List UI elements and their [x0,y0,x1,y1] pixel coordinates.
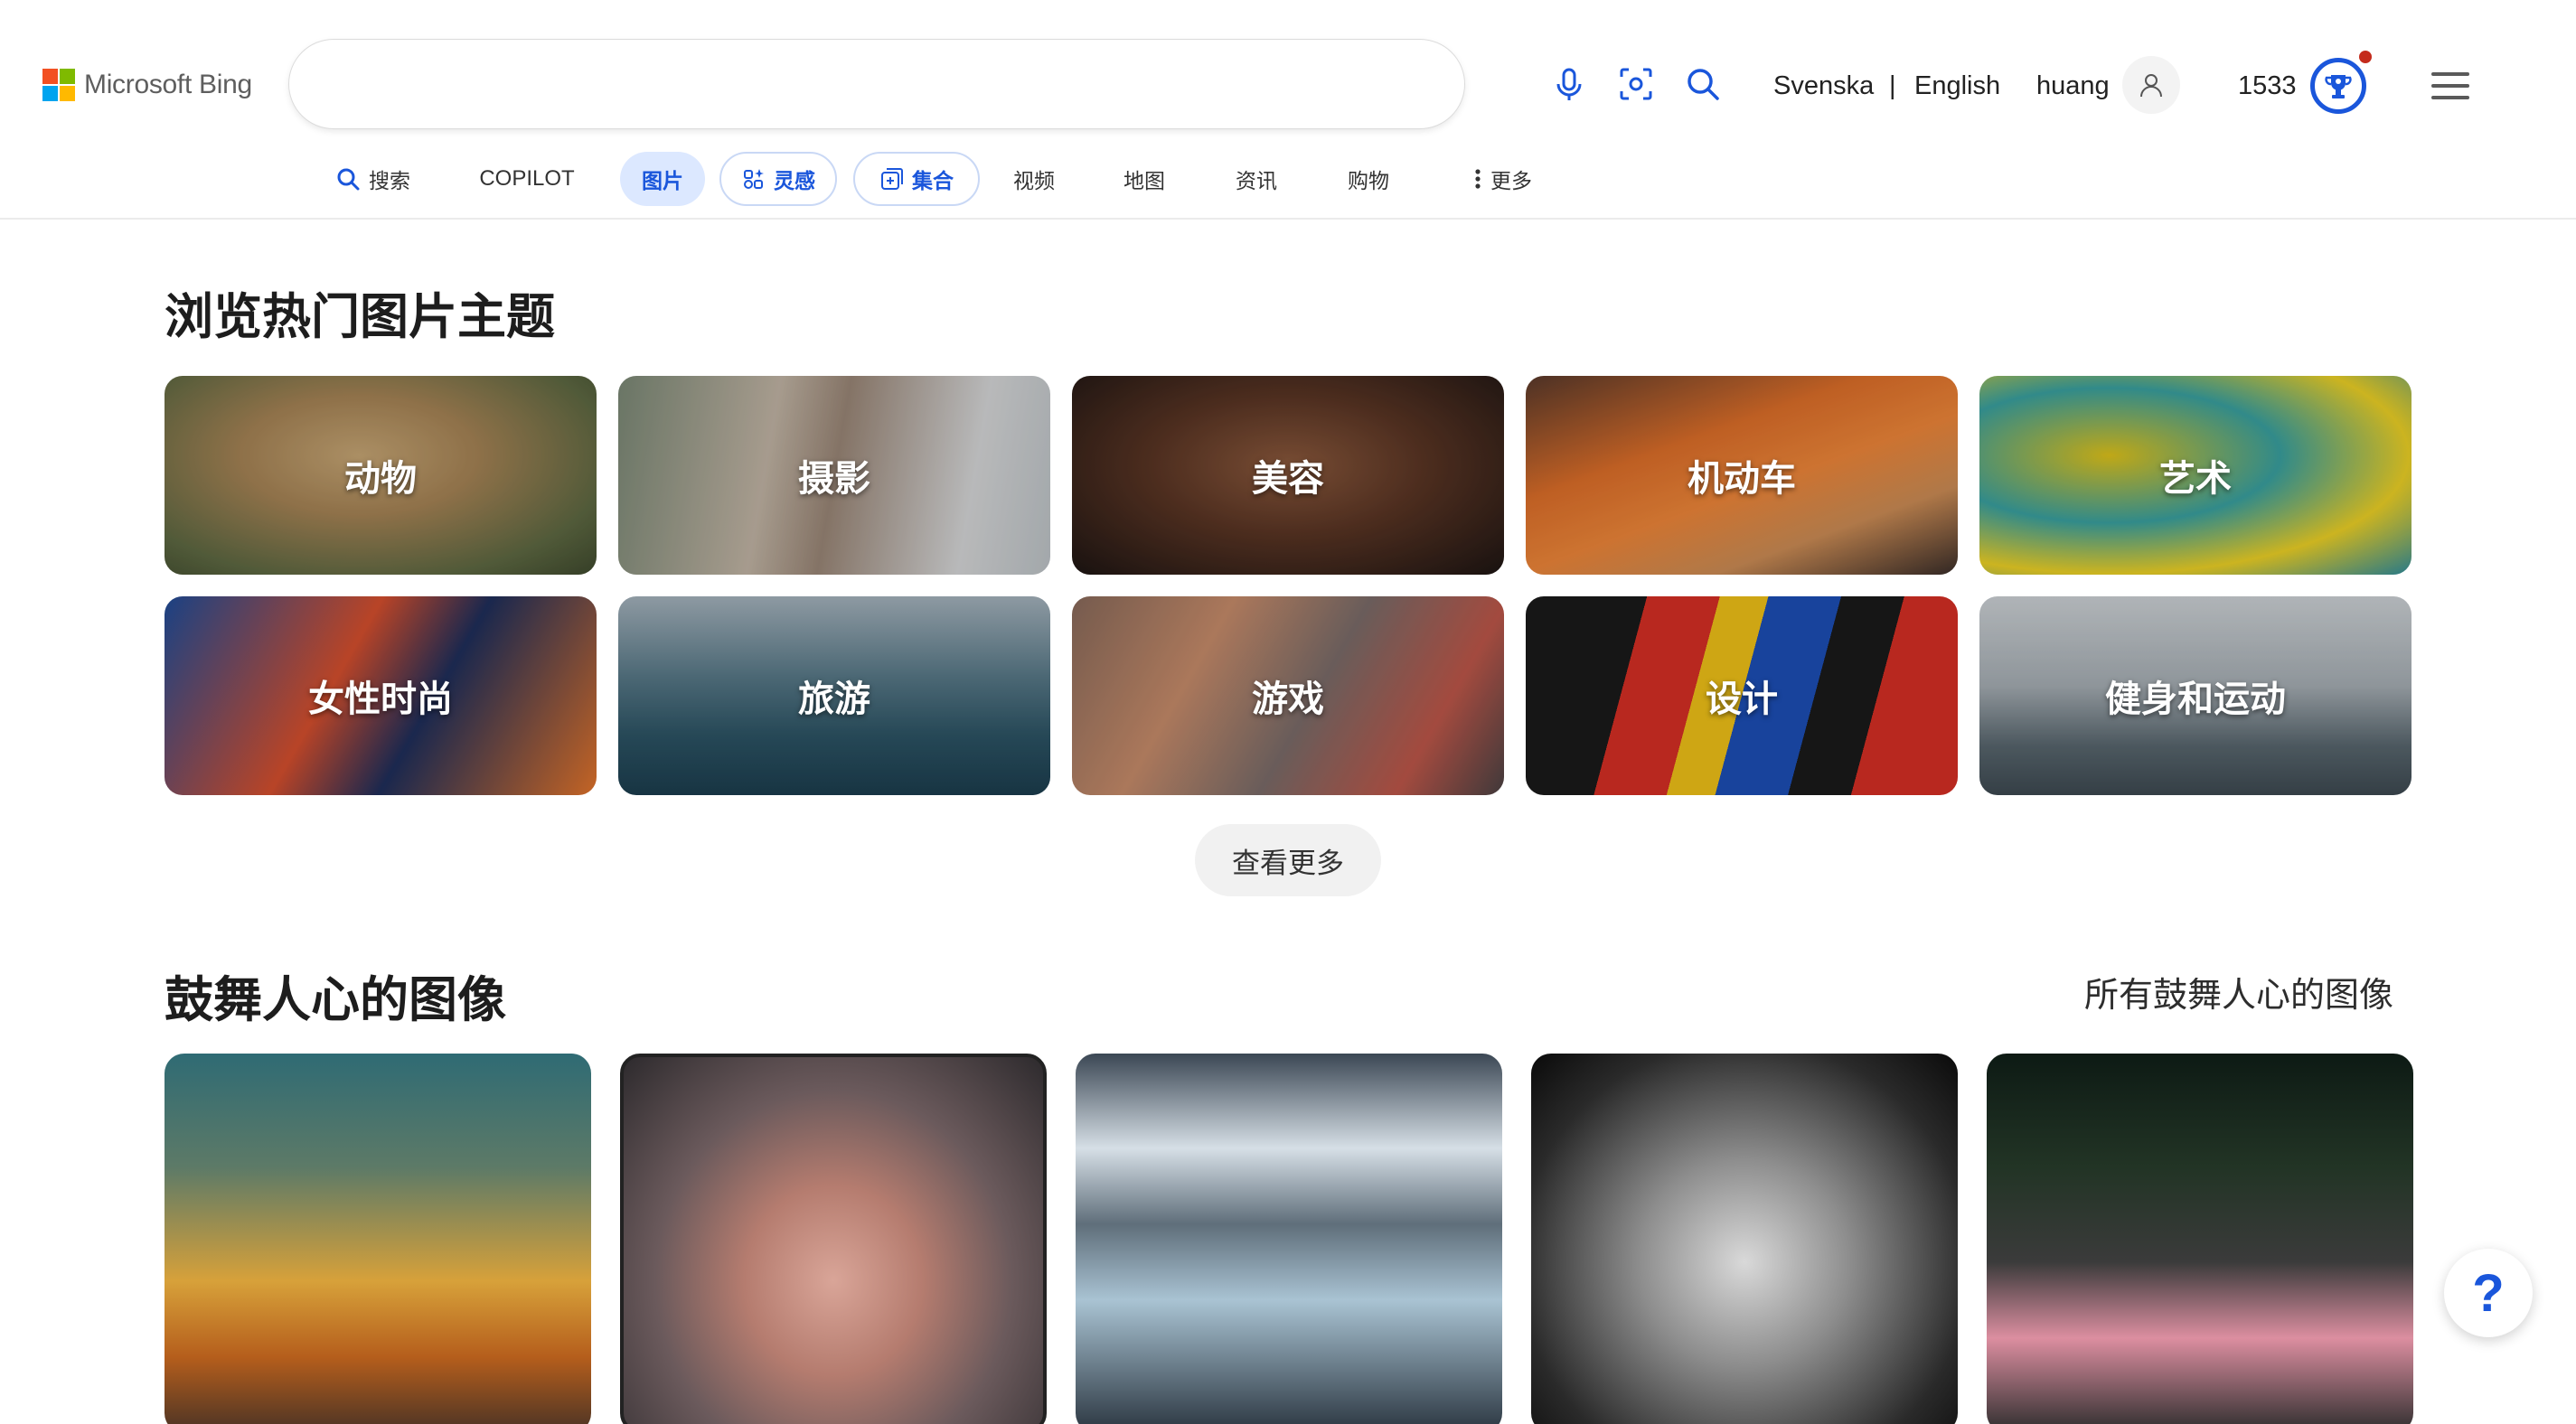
tab-label: 搜索 [369,170,410,193]
tab-inspiration[interactable]: 灵感 [719,152,837,206]
bing-logo[interactable]: Microsoft Bing [42,69,252,101]
topic-tile-photography[interactable]: 摄影 [618,376,1050,575]
topic-label: 设计 [1706,679,1778,720]
tab-collections[interactable]: 集合 [853,152,980,206]
tab-label: 集合 [912,170,954,193]
tab-label: 图片 [642,170,683,193]
help-icon[interactable]: ? [2444,1249,2533,1337]
inspiring-image-card[interactable] [1987,1054,2413,1424]
inspiring-image-card[interactable] [620,1054,1047,1424]
microsoft-logo-icon [42,69,75,101]
tab-label: 资讯 [1236,170,1277,193]
topic-label: 健身和运动 [2105,679,2286,720]
topic-label: 美容 [1252,458,1324,500]
microphone-icon[interactable] [1547,62,1591,106]
tab-label: 视频 [1013,170,1055,193]
rewards-trophy-icon[interactable] [2310,58,2366,114]
menu-icon[interactable] [2431,72,2469,99]
topic-tile-art[interactable]: 艺术 [1979,376,2411,575]
tab-more[interactable]: 更多 [1466,152,1538,206]
search-icon [337,168,360,191]
topic-tile-design[interactable]: 设计 [1526,596,1958,795]
notification-dot [2359,51,2372,63]
header: Microsoft Bing Svenska | English huang 1… [0,0,2576,220]
topic-label: 艺术 [2159,458,2232,500]
more-dots-icon [1475,169,1481,189]
nav-tabs: 搜索 COPILOT 图片 灵感 集合 视频 地图 资讯 购物 更多 [0,152,2576,208]
language-separator: | [1889,70,1896,100]
visual-search-icon[interactable] [1614,62,1658,106]
language-english-link[interactable]: English [1914,63,2000,108]
inspiring-section-title: 鼓舞人心的图像 [165,971,506,1028]
logo-text: Microsoft Bing [84,70,252,99]
inspiring-image-card[interactable] [1076,1054,1502,1424]
search-box [289,40,1719,128]
inspiration-icon [744,169,764,189]
topic-label: 女性时尚 [308,679,453,720]
topic-label: 动物 [344,458,417,500]
user-icon[interactable] [2122,56,2180,114]
tab-label: 更多 [1490,170,1532,193]
tab-shopping[interactable]: 购物 [1341,152,1396,206]
tab-label: COPILOT [479,166,575,191]
tab-copilot[interactable]: COPILOT [477,152,577,206]
see-more-button[interactable]: 查看更多 [1195,824,1381,896]
see-all-inspiring-link[interactable]: 所有鼓舞人心的图像 [2084,967,2393,1016]
topics-section-title: 浏览热门图片主题 [165,288,555,345]
tab-label: 地图 [1123,170,1165,193]
tab-search[interactable]: 搜索 [327,152,418,206]
username[interactable]: huang [2036,63,2110,108]
topic-tile-womens-fashion[interactable]: 女性时尚 [165,596,597,795]
tab-news[interactable]: 资讯 [1229,152,1283,206]
topic-label: 游戏 [1252,679,1324,720]
topic-tile-beauty[interactable]: 美容 [1072,376,1504,575]
topic-tile-vehicles[interactable]: 机动车 [1526,376,1958,575]
rewards-points[interactable]: 1533 [2238,63,2297,108]
topic-label: 摄影 [798,458,870,500]
inspiring-image-card[interactable] [1531,1054,1958,1424]
topic-label: 机动车 [1688,458,1796,500]
tab-maps[interactable]: 地图 [1117,152,1171,206]
tab-videos[interactable]: 视频 [1007,152,1061,206]
tab-label: 灵感 [774,170,815,193]
search-input[interactable] [329,61,1233,107]
language-svenska-link[interactable]: Svenska [1773,63,1874,108]
tab-images[interactable]: 图片 [620,152,705,206]
collections-icon [881,168,903,190]
topic-tile-gaming[interactable]: 游戏 [1072,596,1504,795]
topic-tile-travel[interactable]: 旅游 [618,596,1050,795]
search-icon[interactable] [1681,62,1725,106]
tab-label: 购物 [1348,170,1389,193]
topic-tile-animals[interactable]: 动物 [165,376,597,575]
topic-tile-fitness[interactable]: 健身和运动 [1979,596,2411,795]
inspiring-image-card[interactable] [165,1054,591,1424]
topic-label: 旅游 [798,679,870,720]
